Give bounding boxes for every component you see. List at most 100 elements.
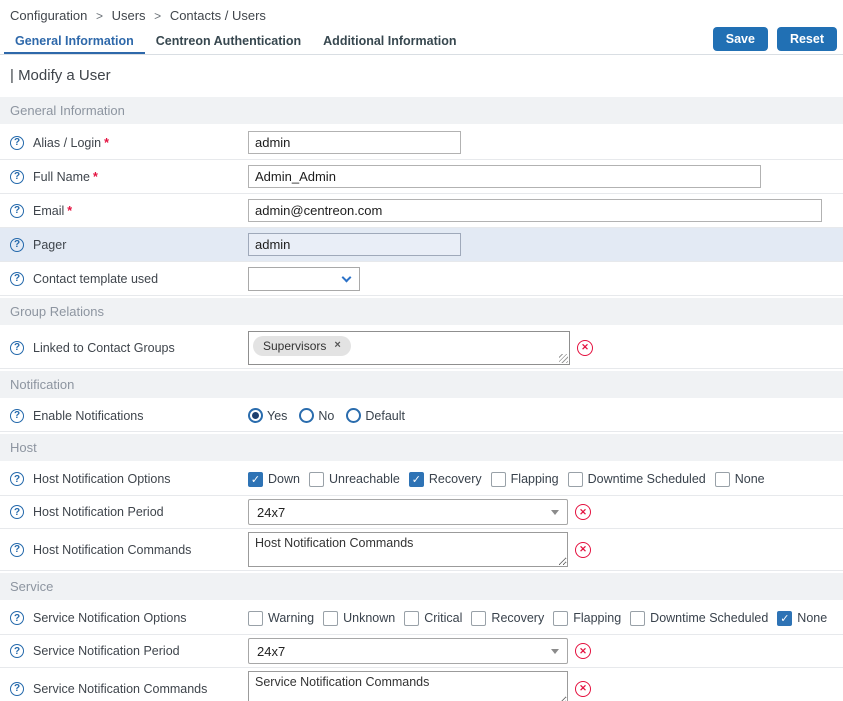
tab-additional-information[interactable]: Additional Information: [312, 28, 467, 54]
checkbox-downtime-scheduled[interactable]: Downtime Scheduled: [630, 611, 768, 626]
checkbox-icon[interactable]: [630, 611, 645, 626]
alias-login-input[interactable]: [248, 131, 461, 154]
radio-icon[interactable]: [299, 408, 314, 423]
host-notification-commands-input[interactable]: Host Notification Commands: [248, 532, 568, 567]
section-header-service: Service: [0, 573, 843, 600]
clear-field-icon[interactable]: [575, 681, 591, 697]
full-name-input[interactable]: [248, 165, 761, 188]
checkbox-down[interactable]: Down: [248, 472, 300, 487]
save-button[interactable]: Save: [713, 27, 768, 51]
checkbox-icon[interactable]: [309, 472, 324, 487]
checkbox-icon[interactable]: [471, 611, 486, 626]
checkbox-icon[interactable]: [248, 472, 263, 487]
row-email: Email*: [0, 194, 843, 228]
required-asterisk: *: [104, 136, 109, 150]
help-icon[interactable]: [10, 409, 24, 423]
host-notification-period-label: Host Notification Period: [33, 505, 164, 519]
checkbox-unreachable[interactable]: Unreachable: [309, 472, 400, 487]
service-notification-commands-input[interactable]: Service Notification Commands: [248, 671, 568, 701]
help-icon[interactable]: [10, 238, 24, 252]
resize-handle[interactable]: [559, 354, 568, 363]
checkbox-icon[interactable]: [777, 611, 792, 626]
checkbox-icon[interactable]: [248, 611, 263, 626]
checkbox-icon[interactable]: [491, 472, 506, 487]
checkbox-warning[interactable]: Warning: [248, 611, 314, 626]
help-icon[interactable]: [10, 682, 24, 696]
help-icon[interactable]: [10, 505, 24, 519]
checkbox-critical[interactable]: Critical: [404, 611, 462, 626]
full-name-label: Full Name*: [33, 170, 98, 184]
service-options-checkbox-group: Warning Unknown Critical Recovery Flappi…: [248, 611, 827, 626]
help-icon[interactable]: [10, 170, 24, 184]
reset-button[interactable]: Reset: [777, 27, 837, 51]
row-enable-notifications: Enable Notifications Yes No Default: [0, 400, 843, 432]
checkbox-none[interactable]: None: [777, 611, 827, 626]
row-service-notification-commands: Service Notification Commands Service No…: [0, 668, 843, 701]
radio-icon[interactable]: [346, 408, 361, 423]
breadcrumb-users[interactable]: Users: [112, 8, 146, 23]
contact-groups-multiselect[interactable]: Supervisors: [248, 331, 570, 365]
help-icon[interactable]: [10, 136, 24, 150]
radio-default[interactable]: Default: [346, 408, 405, 423]
host-options-checkbox-group: Down Unreachable Recovery Flapping Downt…: [248, 472, 765, 487]
radio-yes[interactable]: Yes: [248, 408, 287, 423]
clear-field-icon[interactable]: [575, 643, 591, 659]
row-service-notification-options: Service Notification Options Warning Unk…: [0, 602, 843, 635]
host-period-value: 24x7: [257, 505, 285, 520]
breadcrumb-contacts-users[interactable]: Contacts / Users: [170, 8, 266, 23]
alias-login-label: Alias / Login*: [33, 136, 109, 150]
section-header-notification: Notification: [0, 371, 843, 398]
radio-icon[interactable]: [248, 408, 263, 423]
row-service-notification-period: Service Notification Period 24x7: [0, 635, 843, 668]
required-asterisk: *: [67, 204, 72, 218]
checkbox-icon[interactable]: [404, 611, 419, 626]
email-input[interactable]: [248, 199, 822, 222]
radio-no[interactable]: No: [299, 408, 334, 423]
pager-label: Pager: [33, 238, 66, 252]
checkbox-unknown[interactable]: Unknown: [323, 611, 395, 626]
clear-field-icon[interactable]: [575, 504, 591, 520]
chip-label: Supervisors: [263, 339, 326, 353]
help-icon[interactable]: [10, 272, 24, 286]
help-icon[interactable]: [10, 204, 24, 218]
checkbox-flapping[interactable]: Flapping: [553, 611, 621, 626]
help-icon[interactable]: [10, 611, 24, 625]
row-pager: Pager: [0, 228, 843, 262]
section-header-general-information: General Information: [0, 97, 843, 124]
clear-field-icon[interactable]: [575, 542, 591, 558]
enable-notifications-radio-group: Yes No Default: [248, 408, 405, 423]
checkbox-downtime-scheduled[interactable]: Downtime Scheduled: [568, 472, 706, 487]
checkbox-flapping[interactable]: Flapping: [491, 472, 559, 487]
row-linked-contact-groups: Linked to Contact Groups Supervisors: [0, 327, 843, 369]
checkbox-recovery[interactable]: Recovery: [471, 611, 544, 626]
row-alias-login: Alias / Login*: [0, 126, 843, 160]
pager-input[interactable]: [248, 233, 461, 256]
tab-general-information[interactable]: General Information: [4, 28, 145, 54]
host-notification-period-dropdown[interactable]: 24x7: [248, 499, 568, 525]
tab-centreon-authentication[interactable]: Centreon Authentication: [145, 28, 312, 54]
help-icon[interactable]: [10, 341, 24, 355]
row-host-notification-options: Host Notification Options Down Unreachab…: [0, 463, 843, 496]
chip-remove-icon[interactable]: [334, 340, 340, 351]
row-full-name: Full Name*: [0, 160, 843, 194]
checkbox-recovery[interactable]: Recovery: [409, 472, 482, 487]
checkbox-icon[interactable]: [323, 611, 338, 626]
service-notification-period-dropdown[interactable]: 24x7: [248, 638, 568, 664]
help-icon[interactable]: [10, 543, 24, 557]
help-icon[interactable]: [10, 472, 24, 486]
checkbox-none[interactable]: None: [715, 472, 765, 487]
dropdown-caret-icon: [551, 510, 559, 515]
checkbox-icon[interactable]: [568, 472, 583, 487]
clear-field-icon[interactable]: [577, 340, 593, 356]
contact-template-label: Contact template used: [33, 272, 158, 286]
service-notification-period-label: Service Notification Period: [33, 644, 180, 658]
checkbox-icon[interactable]: [715, 472, 730, 487]
checkbox-icon[interactable]: [553, 611, 568, 626]
checkbox-icon[interactable]: [409, 472, 424, 487]
toolbar: Save Reset: [713, 27, 837, 51]
chevron-down-icon: [342, 272, 352, 282]
required-asterisk: *: [93, 170, 98, 184]
contact-template-select[interactable]: [248, 267, 360, 291]
breadcrumb-configuration[interactable]: Configuration: [10, 8, 87, 23]
help-icon[interactable]: [10, 644, 24, 658]
